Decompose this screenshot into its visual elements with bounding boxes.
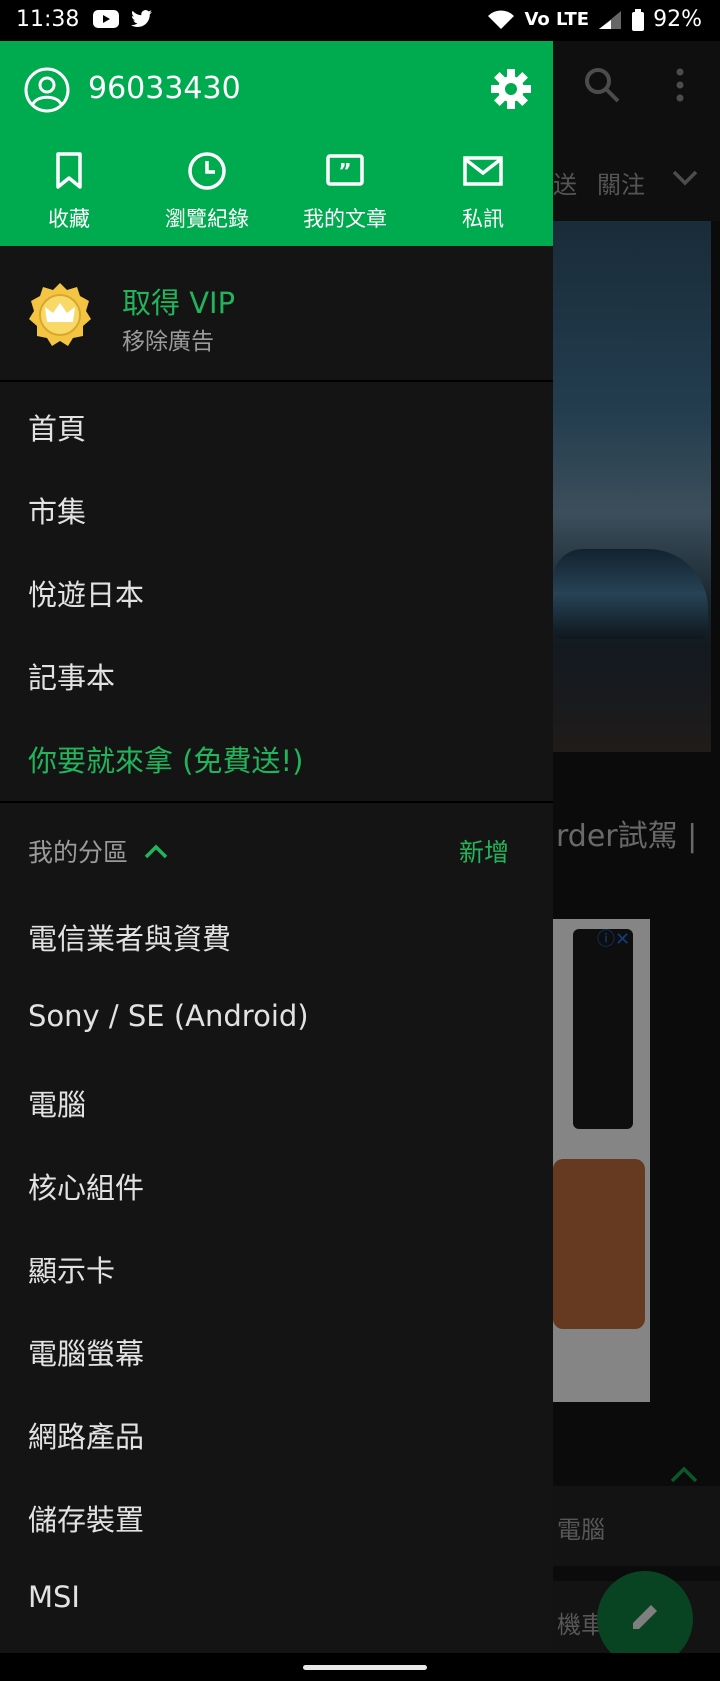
chevron-up-icon[interactable] — [144, 837, 168, 866]
vip-subtitle: 移除廣告 — [122, 329, 214, 355]
forum-item[interactable]: 顯示卡 — [28, 1248, 115, 1290]
my-sections-header[interactable]: 我的分區 — [28, 833, 168, 869]
mail-icon — [423, 151, 543, 195]
home-gesture-pill[interactable] — [303, 1665, 427, 1670]
quick-my-articles[interactable]: ” 我的文章 — [285, 151, 405, 233]
forum-item[interactable]: 電信業者與資費 — [28, 916, 231, 958]
volte-icon: Vo LTE — [524, 9, 590, 30]
section-divider — [0, 801, 553, 803]
navigation-drawer: 96033430 收藏 瀏覽紀錄 ” 我的文章 私訊 取得 VIP 移除廣告 首… — [0, 41, 553, 1653]
quick-label: 收藏 — [48, 207, 90, 231]
wifi-icon — [486, 9, 516, 31]
menu-item-home[interactable]: 首頁 — [28, 406, 86, 448]
forum-item[interactable]: 網路產品 — [28, 1414, 144, 1456]
status-bar: 11:38 Vo LTE 92% — [0, 0, 720, 41]
my-sections-label: 我的分區 — [28, 838, 129, 867]
youtube-icon — [92, 8, 120, 36]
username[interactable]: 96033430 — [88, 71, 241, 106]
quick-bookmarks[interactable]: 收藏 — [9, 151, 129, 233]
svg-text:”: ” — [338, 159, 351, 183]
forum-item[interactable]: 儲存裝置 — [28, 1497, 144, 1539]
add-section-button[interactable]: 新增 — [459, 833, 509, 869]
forum-item[interactable]: 電腦螢幕 — [28, 1331, 144, 1373]
forum-item[interactable]: 電腦 — [28, 1082, 86, 1124]
quick-messages[interactable]: 私訊 — [423, 151, 543, 233]
my-articles-icon: ” — [285, 151, 405, 195]
crown-badge-icon — [28, 282, 92, 346]
vip-upsell[interactable]: 取得 VIP 移除廣告 — [0, 246, 553, 382]
status-time: 11:38 — [16, 7, 80, 32]
quick-label: 瀏覽紀錄 — [165, 207, 249, 231]
vip-title: 取得 VIP — [122, 286, 236, 320]
battery-percent: 92% — [653, 7, 702, 32]
twitter-icon — [130, 8, 154, 36]
menu-item-market[interactable]: 市集 — [28, 489, 86, 531]
settings-gear-icon[interactable] — [490, 68, 532, 110]
quick-label: 我的文章 — [303, 207, 387, 231]
forum-item[interactable]: 核心組件 — [28, 1165, 144, 1207]
quick-label: 私訊 — [462, 207, 504, 231]
bookmark-icon — [9, 151, 129, 195]
system-nav-bar — [0, 1653, 720, 1681]
drawer-header: 96033430 收藏 瀏覽紀錄 ” 我的文章 私訊 — [0, 41, 553, 246]
forum-item[interactable]: MSI — [28, 1580, 80, 1614]
quick-history[interactable]: 瀏覽紀錄 — [147, 151, 267, 233]
menu-item-giveaway[interactable]: 你要就來拿 (免費送!) — [28, 738, 303, 780]
battery-icon — [631, 8, 645, 31]
forum-item[interactable]: Sony / SE (Android) — [28, 999, 309, 1033]
history-icon — [147, 151, 267, 195]
signal-icon — [597, 9, 623, 31]
account-avatar-icon[interactable] — [24, 67, 70, 113]
menu-item-notebook[interactable]: 記事本 — [28, 655, 115, 697]
menu-item-japan[interactable]: 悅遊日本 — [28, 572, 144, 614]
